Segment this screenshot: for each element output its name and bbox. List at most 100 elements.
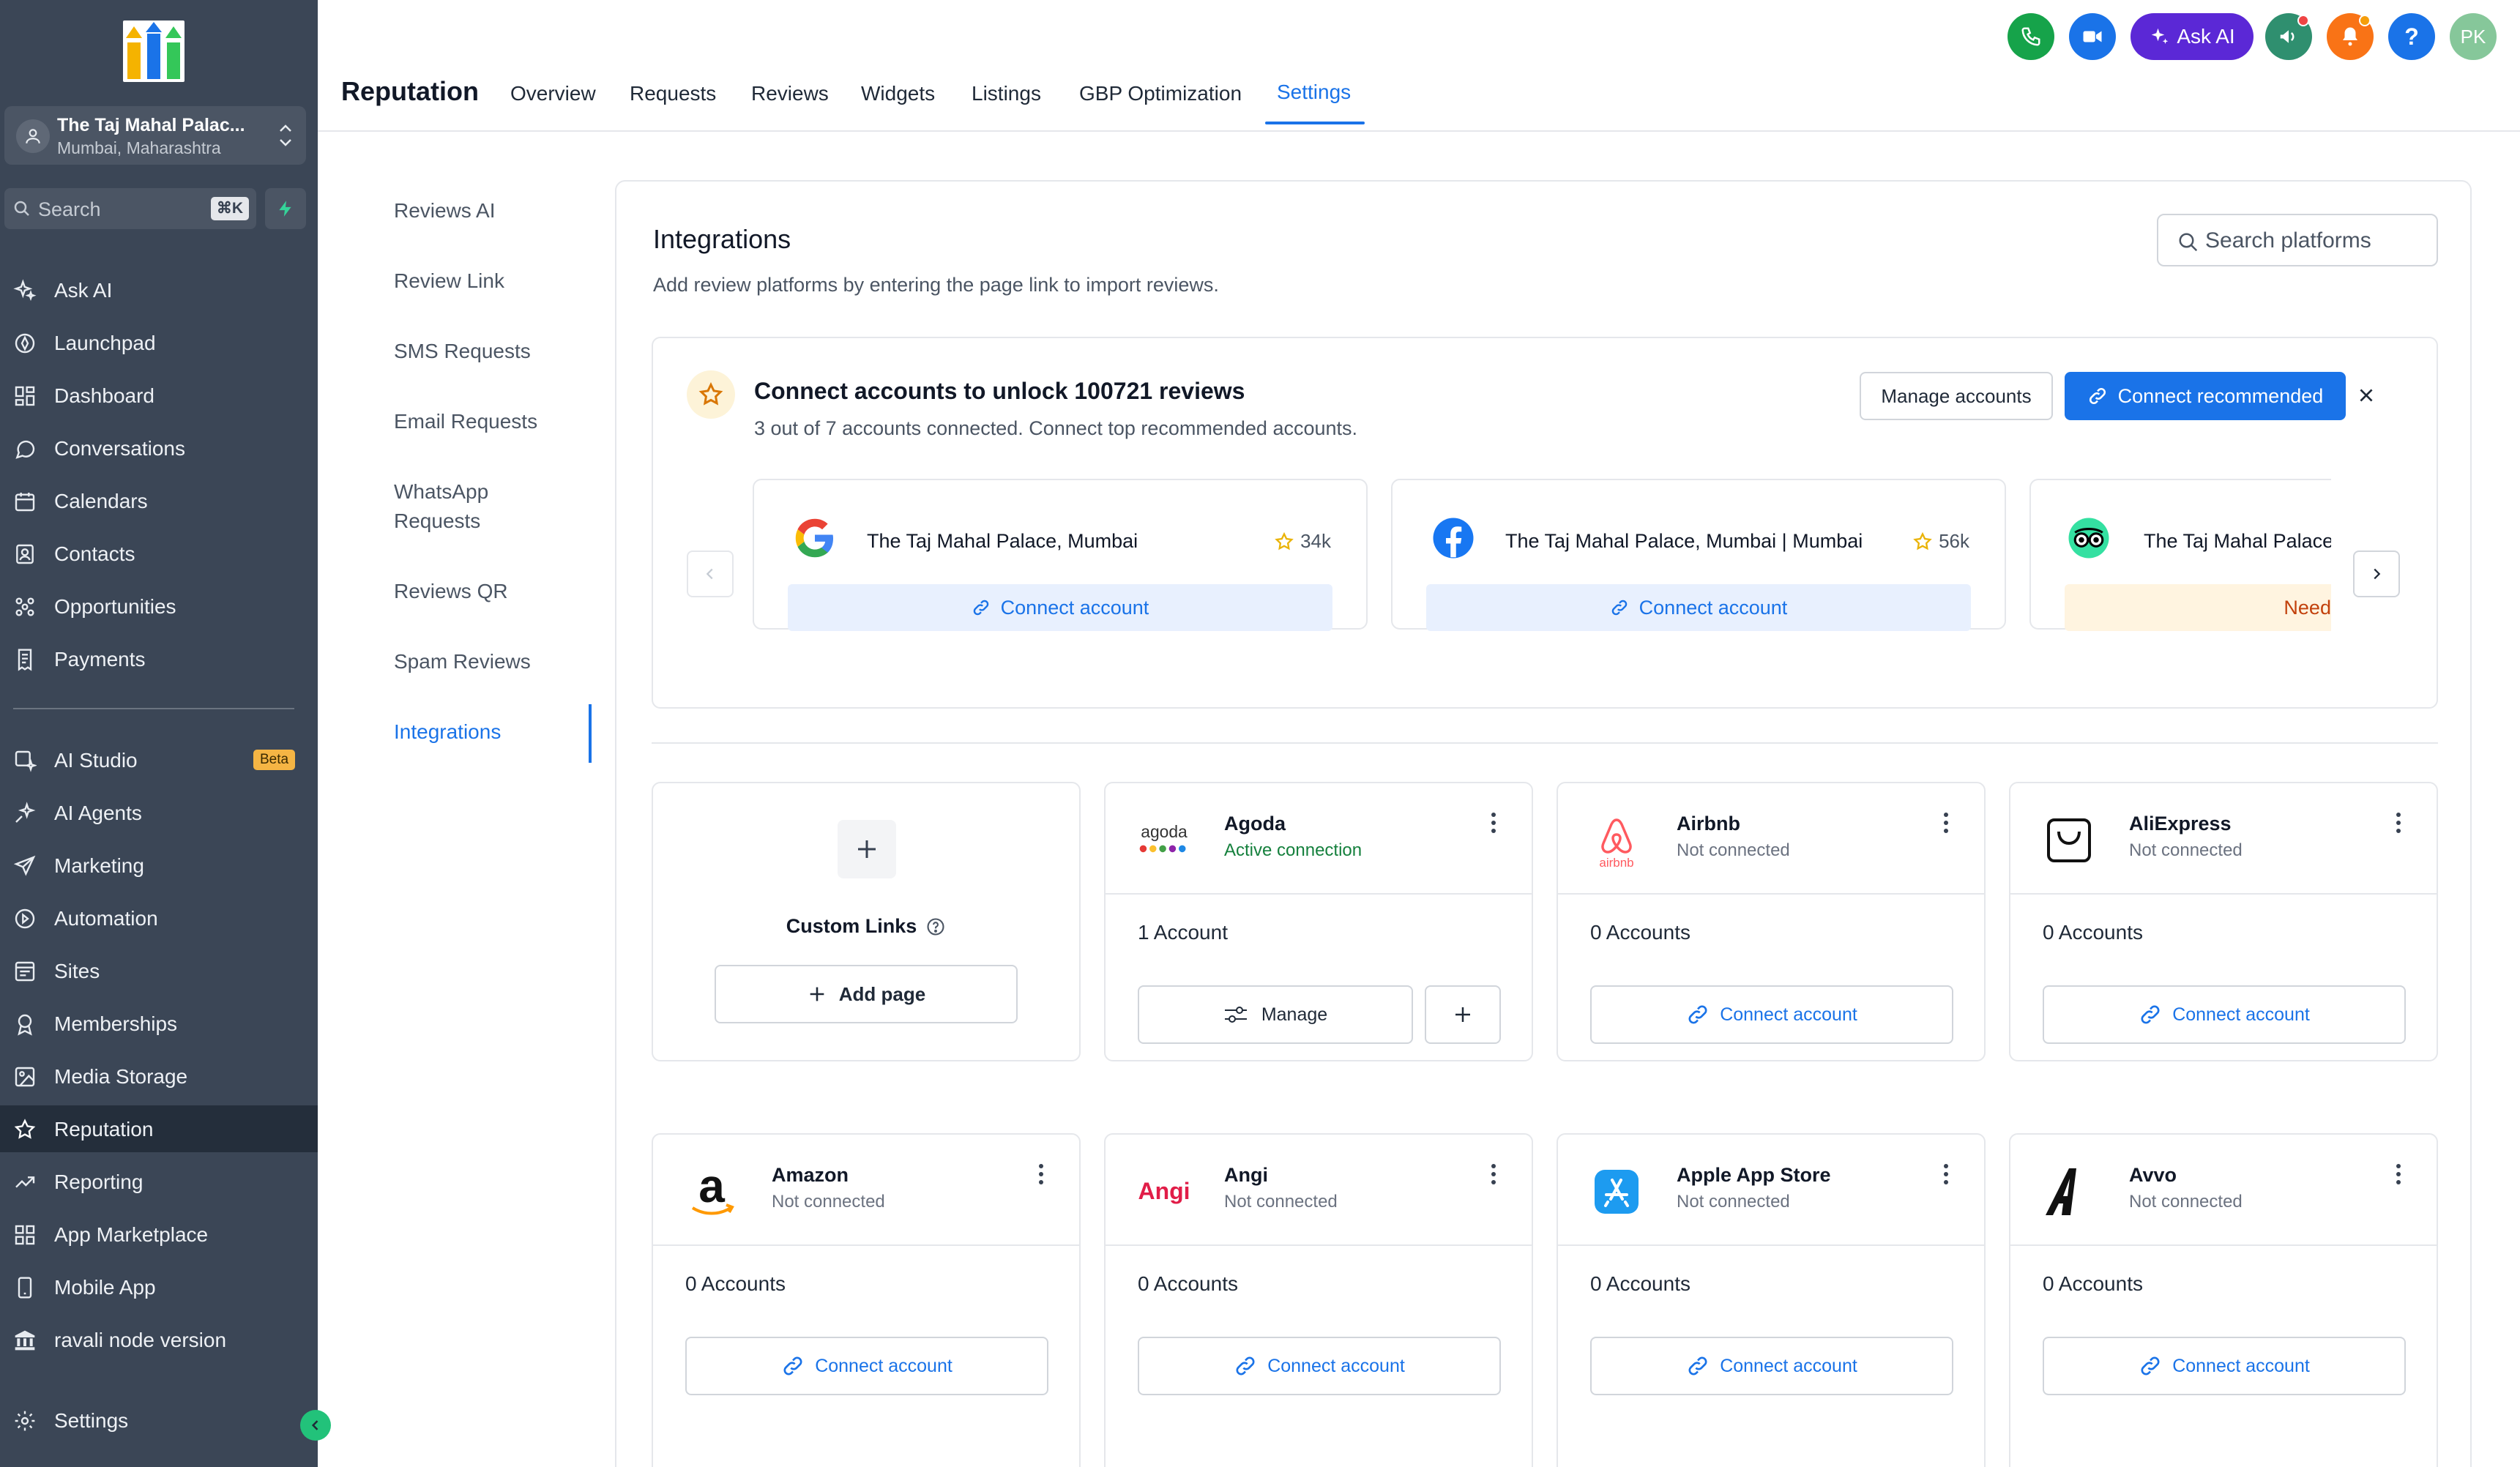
link-icon <box>2087 386 2108 406</box>
kebab-icon <box>1943 1163 1949 1185</box>
sidebar-item-mobile-app[interactable]: Mobile App <box>0 1263 318 1310</box>
sidebar-item-reputation[interactable]: Reputation <box>0 1105 318 1152</box>
help-button[interactable]: ? <box>2388 13 2435 60</box>
apps-icon <box>13 1223 37 1247</box>
tab-widgets[interactable]: Widgets <box>861 82 935 105</box>
add-page-button[interactable]: Add page <box>715 965 1018 1023</box>
carousel-prev-button[interactable] <box>687 550 734 597</box>
settings-menu-reviews-ai[interactable]: Reviews AI <box>394 196 496 225</box>
tab-gbp-optimization[interactable]: GBP Optimization <box>1079 82 1242 105</box>
sidebar-item-sites[interactable]: Sites <box>0 947 318 994</box>
sidebar-item-payments[interactable]: Payments <box>0 635 318 682</box>
search-platforms-input[interactable]: Search platforms <box>2157 214 2438 266</box>
sidebar-item-label: Opportunities <box>54 595 176 618</box>
more-options-button[interactable] <box>1485 1160 1502 1189</box>
tab-listings[interactable]: Listings <box>972 82 1041 105</box>
sidebar-item-ai-studio[interactable]: AI Studio Beta <box>0 736 318 783</box>
agents-icon <box>13 802 37 825</box>
sidebar-item-launchpad[interactable]: Launchpad <box>0 319 318 366</box>
platform-status: Not connected <box>1677 1192 1790 1212</box>
beta-badge: Beta <box>253 750 296 770</box>
sidebar-item-ai-agents[interactable]: AI Agents <box>0 789 318 836</box>
sidebar-item-label: Contacts <box>54 542 135 565</box>
settings-menu-sms-requests[interactable]: SMS Requests <box>394 337 531 366</box>
connect-account-button[interactable]: Connect account <box>2043 1337 2406 1395</box>
sidebar-item-label: AI Agents <box>54 802 142 824</box>
more-options-button[interactable] <box>1032 1160 1050 1189</box>
sidebar-item-ravali-node-version[interactable]: ravali node version <box>0 1316 318 1363</box>
platform-card-avvo: Avvo Not connected 0 Accounts Connect ac… <box>2009 1133 2438 1467</box>
platform-status: Not connected <box>1224 1192 1338 1212</box>
connect-account-button[interactable]: Connect account <box>1138 1337 1501 1395</box>
manage-button[interactable]: Manage <box>1138 985 1413 1044</box>
manage-accounts-button[interactable]: Manage accounts <box>1860 372 2053 420</box>
link-icon <box>1610 598 1629 617</box>
sidebar-item-marketing[interactable]: Marketing <box>0 842 318 889</box>
kebab-icon <box>1943 812 1949 834</box>
add-account-button[interactable] <box>1425 985 1501 1044</box>
account-count: 0 Accounts <box>1138 1272 1238 1295</box>
more-options-button[interactable] <box>1937 1160 1955 1189</box>
quick-actions-button[interactable] <box>265 188 306 229</box>
collapse-sidebar-button[interactable] <box>300 1410 331 1441</box>
video-button[interactable] <box>2069 13 2116 60</box>
more-options-button[interactable] <box>2390 1160 2407 1189</box>
avatar[interactable]: PK <box>2450 13 2497 60</box>
connect-account-button[interactable]: Connect account <box>2043 985 2406 1044</box>
connect-account-button[interactable]: Connect account <box>1590 1337 1953 1395</box>
recommended-name: The Taj Mahal Palace, Mumbai <box>867 530 1138 552</box>
sidebar-item-conversations[interactable]: Conversations <box>0 425 318 471</box>
sidebar-item-ask-ai[interactable]: Ask AI <box>0 266 318 313</box>
connect-recommended-button[interactable]: Connect recommended <box>2065 372 2346 420</box>
connect-account-button[interactable]: Connect account <box>1426 584 1971 631</box>
tab-requests[interactable]: Requests <box>630 82 716 105</box>
sidebar-item-automation[interactable]: Automation <box>0 895 318 941</box>
tab-settings[interactable]: Settings <box>1277 81 1351 104</box>
location-switcher[interactable]: The Taj Mahal Palac... Mumbai, Maharasht… <box>4 106 306 165</box>
more-options-button[interactable] <box>1937 808 1955 837</box>
announcements-button[interactable] <box>2265 13 2312 60</box>
help-circle-icon[interactable] <box>925 917 946 937</box>
sidebar-item-contacts[interactable]: Contacts <box>0 530 318 577</box>
carousel-next-button[interactable] <box>2353 550 2400 597</box>
phone-button[interactable] <box>2008 13 2054 60</box>
recommended-card-google: The Taj Mahal Palace, Mumbai 34k Connect… <box>753 479 1368 631</box>
kebab-icon <box>1491 812 1496 834</box>
sidebar-item-label: Reputation <box>54 1118 154 1141</box>
needs-attention-button[interactable]: Needs a <box>2065 584 2331 631</box>
tab-reviews[interactable]: Reviews <box>751 82 829 105</box>
sidebar-item-opportunities[interactable]: Opportunities <box>0 583 318 630</box>
account-count: 0 Accounts <box>1590 921 1690 944</box>
sidebar-item-settings[interactable]: Settings <box>0 1397 318 1444</box>
settings-menu-whatsapp-requests[interactable]: WhatsApp Requests <box>394 477 540 536</box>
connect-account-button[interactable]: Connect account <box>1590 985 1953 1044</box>
settings-menu-spam-reviews[interactable]: Spam Reviews <box>394 647 531 676</box>
kebab-icon <box>2396 812 2401 834</box>
settings-menu-reviews-qr[interactable]: Reviews QR <box>394 577 508 606</box>
sidebar-item-dashboard[interactable]: Dashboard <box>0 372 318 419</box>
sidebar-item-media-storage[interactable]: Media Storage <box>0 1053 318 1100</box>
settings-menu-email-requests[interactable]: Email Requests <box>394 407 537 436</box>
tab-overview[interactable]: Overview <box>510 82 596 105</box>
location-city: Mumbai, Maharashtra <box>57 138 221 157</box>
settings-menu-integrations[interactable]: Integrations <box>394 717 501 747</box>
settings-menu-review-link[interactable]: Review Link <box>394 266 504 296</box>
close-banner-button[interactable] <box>2353 382 2379 408</box>
sidebar-item-calendars[interactable]: Calendars <box>0 477 318 524</box>
sidebar-item-app-marketplace[interactable]: App Marketplace <box>0 1211 318 1258</box>
sidebar-item-label: Sites <box>54 960 100 982</box>
recommended-name: The Taj Mahal Palace, Mumbai | Mumbai <box>1505 530 1863 552</box>
sidebar-item-reporting[interactable]: Reporting <box>0 1158 318 1205</box>
app-logo[interactable] <box>123 20 184 82</box>
ask-ai-button[interactable]: Ask AI <box>2131 13 2254 60</box>
link-icon <box>972 598 991 617</box>
notifications-button[interactable] <box>2327 13 2374 60</box>
more-options-button[interactable] <box>1485 808 1502 837</box>
sidebar-item-memberships[interactable]: Memberships <box>0 1000 318 1047</box>
more-options-button[interactable] <box>2390 808 2407 837</box>
connect-account-button[interactable]: Connect account <box>788 584 1332 631</box>
sidebar-search[interactable]: Search ⌘K <box>4 188 256 229</box>
app-store-logo-icon <box>1587 1162 1646 1221</box>
add-custom-link-button[interactable] <box>838 820 896 878</box>
connect-account-button[interactable]: Connect account <box>685 1337 1048 1395</box>
